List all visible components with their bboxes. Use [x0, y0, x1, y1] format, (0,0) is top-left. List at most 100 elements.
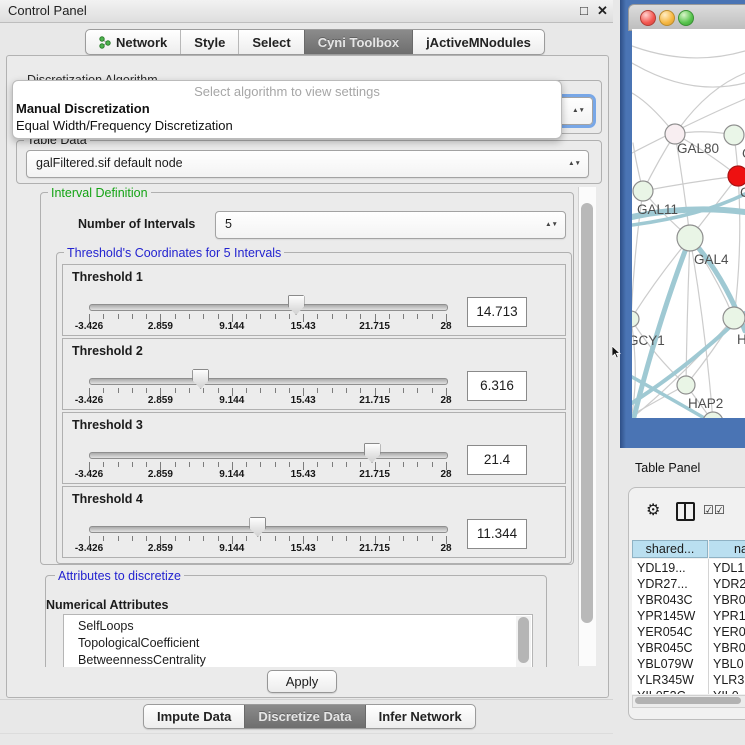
tab-jactivemnodules[interactable]: jActiveMNodules: [412, 30, 544, 54]
checkbox-icon[interactable]: ☑: [714, 503, 725, 517]
threshold-3-slider-thumb[interactable]: [364, 443, 381, 463]
threshold-2-panel: Threshold 2-3.4262.8599.14415.4321.71528…: [62, 338, 566, 410]
tick-label: -3.426: [75, 543, 103, 554]
number-of-intervals-combobox[interactable]: 5 ▲▼: [215, 211, 566, 239]
network-node-h[interactable]: [723, 307, 745, 329]
tab-label: jActiveMNodules: [426, 35, 531, 50]
minor-tick: [103, 462, 104, 467]
minor-tick: [275, 314, 276, 319]
threshold-1-slider-thumb[interactable]: [288, 295, 305, 315]
network-node-c[interactable]: [728, 166, 745, 186]
table-row[interactable]: YBR043CYBR0: [632, 592, 745, 608]
column-header-shared-name[interactable]: shared...: [632, 540, 708, 558]
zoom-traffic-light[interactable]: [678, 10, 694, 26]
threshold-2-slider-track[interactable]: [89, 378, 448, 385]
tab-style[interactable]: Style: [180, 30, 238, 54]
threshold-3-slider-track[interactable]: [89, 452, 448, 459]
threshold-1-slider-track[interactable]: [89, 304, 448, 311]
list-scrollbar-thumb[interactable]: [518, 617, 529, 663]
close-icon[interactable]: ✕: [597, 3, 608, 19]
minor-tick: [346, 314, 347, 319]
threshold-3-panel: Threshold 3-3.4262.8599.14415.4321.71528…: [62, 412, 566, 484]
minimize-traffic-light[interactable]: [659, 10, 675, 26]
tab-select[interactable]: Select: [238, 30, 303, 54]
gear-icon[interactable]: ⚙: [646, 500, 660, 520]
table-row[interactable]: YBR045CYBR0: [632, 640, 745, 656]
network-edge: [632, 238, 690, 319]
float-window-icon[interactable]: □: [580, 3, 588, 18]
tab-cyni-toolbox[interactable]: Cyni Toolbox: [304, 30, 412, 54]
interval-definition-title: Interval Definition: [48, 186, 151, 200]
checkbox-icon[interactable]: ☑: [703, 503, 714, 517]
threshold-2-slider-thumb[interactable]: [192, 369, 209, 389]
tab-label: Cyni Toolbox: [318, 35, 399, 50]
cell-name: YER0: [713, 624, 745, 640]
close-traffic-light[interactable]: [640, 10, 656, 26]
attribute-item-topologicalcoefficient[interactable]: TopologicalCoefficient: [64, 635, 532, 652]
attribute-item-selfloops[interactable]: SelfLoops: [64, 618, 532, 635]
table-horizontal-scrollbar[interactable]: [632, 695, 745, 708]
network-view-window: GAL80GACGAL11GAL4GCY1HHAP2: [620, 0, 745, 448]
tab-discretize-data[interactable]: Discretize Data: [244, 705, 364, 728]
tick-label: 9.144: [219, 395, 244, 406]
dropdown-option-manual-discretization[interactable]: Manual Discretization: [16, 101, 150, 116]
apply-button[interactable]: Apply: [267, 670, 337, 693]
settings-scrollbar-thumb[interactable]: [581, 203, 593, 623]
table-panel-title: Table Panel: [635, 461, 700, 475]
minor-tick: [417, 536, 418, 541]
threshold-4-slider-thumb[interactable]: [249, 517, 266, 537]
table-scrollbar-thumb[interactable]: [635, 697, 741, 704]
minor-tick: [332, 388, 333, 393]
list-scrollbar[interactable]: [516, 616, 531, 667]
minor-tick: [260, 388, 261, 393]
minor-tick: [146, 314, 147, 319]
cell-name: YPR1: [713, 608, 745, 624]
control-panel-titlebar: Control Panel □ ✕: [0, 0, 613, 23]
network-node-hap2[interactable]: [677, 376, 695, 394]
minor-tick: [246, 388, 247, 393]
divider: [0, 699, 613, 700]
column-header-name[interactable]: na: [709, 540, 745, 558]
table-row[interactable]: YER054CYER0: [632, 624, 745, 640]
split-columns-icon[interactable]: [676, 502, 695, 521]
network-window-titlebar[interactable]: [628, 4, 745, 31]
combo-arrows-icon: ▲▼: [545, 222, 558, 228]
tab-network[interactable]: Network: [86, 30, 180, 54]
threshold-4-slider-track[interactable]: [89, 526, 448, 533]
tick-label: 28: [440, 543, 451, 554]
tab-impute-data[interactable]: Impute Data: [144, 705, 244, 728]
table-data-combobox[interactable]: galFiltered.sif default node ▲▼: [26, 150, 589, 178]
table-row[interactable]: YLR345WYLR3: [632, 672, 745, 688]
dropdown-option-equal-width-frequency[interactable]: Equal Width/Frequency Discretization: [16, 118, 233, 133]
tab-infer-network[interactable]: Infer Network: [365, 705, 475, 728]
network-node-ga[interactable]: [724, 125, 744, 145]
minor-tick: [403, 314, 404, 319]
settings-scrollbar[interactable]: [578, 187, 596, 666]
node-label-gal11: GAL11: [637, 202, 678, 217]
table-row[interactable]: YDL19...YDL1: [632, 560, 745, 576]
tab-label: Discretize Data: [258, 709, 351, 724]
threshold-1-value-field[interactable]: 14.713: [467, 297, 527, 327]
network-canvas[interactable]: GAL80GACGAL11GAL4GCY1HHAP2: [632, 29, 745, 418]
table-row[interactable]: YDR27...YDR2: [632, 576, 745, 592]
network-node-gcy1[interactable]: [632, 311, 639, 327]
minor-tick: [317, 314, 318, 319]
attribute-item-betweennesscentrality[interactable]: BetweennessCentrality: [64, 652, 532, 667]
network-node-gal4[interactable]: [677, 225, 703, 251]
network-node-gal11[interactable]: [633, 181, 653, 201]
minor-tick: [389, 536, 390, 541]
table-row[interactable]: YIL052CYIL0: [632, 688, 745, 694]
minor-tick: [275, 536, 276, 541]
table-row[interactable]: YBL079WYBL0: [632, 656, 745, 672]
minor-tick: [417, 462, 418, 467]
combo-arrows-icon: ▲▼: [572, 108, 585, 114]
threshold-3-value-field[interactable]: 21.4: [467, 445, 527, 475]
threshold-2-value-field[interactable]: 6.316: [467, 371, 527, 401]
table-row[interactable]: YPR145WYPR1: [632, 608, 745, 624]
threshold-4-value-field[interactable]: 11.344: [467, 519, 527, 549]
minor-tick: [203, 388, 204, 393]
minor-tick: [146, 462, 147, 467]
tick-label: 28: [440, 469, 451, 480]
minor-tick: [289, 462, 290, 467]
numerical-attributes-list[interactable]: SelfLoopsTopologicalCoefficientBetweenne…: [63, 614, 533, 667]
